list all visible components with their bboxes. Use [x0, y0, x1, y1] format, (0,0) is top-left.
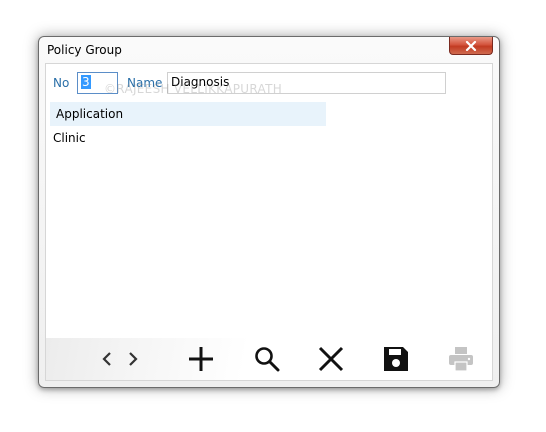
- search-button[interactable]: [250, 342, 284, 376]
- delete-icon: [318, 346, 344, 372]
- close-button[interactable]: [449, 37, 493, 55]
- no-field[interactable]: 3: [77, 72, 118, 94]
- chevron-right-icon: [129, 352, 138, 366]
- list-item[interactable]: Clinic: [50, 126, 326, 150]
- chevron-left-icon: [102, 352, 111, 366]
- no-field-value: 3: [81, 75, 91, 89]
- add-icon: [189, 347, 213, 371]
- next-button[interactable]: [116, 342, 150, 376]
- name-label: Name: [127, 76, 163, 90]
- search-icon: [255, 347, 280, 372]
- window-title: Policy Group: [47, 43, 122, 57]
- client-area: No 3 Name Diagnosis ©RAJEESH VELLIKKAPUR…: [45, 63, 493, 381]
- policy-group-list[interactable]: Application Clinic: [50, 102, 326, 150]
- close-icon: [465, 40, 477, 51]
- name-field[interactable]: Diagnosis: [167, 72, 446, 94]
- add-button[interactable]: [184, 342, 218, 376]
- delete-button[interactable]: [314, 342, 348, 376]
- policy-group-window: Policy Group No 3 Name Diagnosis ©RAJEES…: [38, 36, 500, 388]
- save-icon: [384, 347, 408, 371]
- no-label: No: [53, 76, 70, 90]
- list-item[interactable]: Application: [50, 102, 326, 126]
- print-icon: [449, 347, 473, 372]
- print-button[interactable]: [444, 342, 478, 376]
- toolbar: [46, 338, 492, 380]
- save-button[interactable]: [379, 342, 413, 376]
